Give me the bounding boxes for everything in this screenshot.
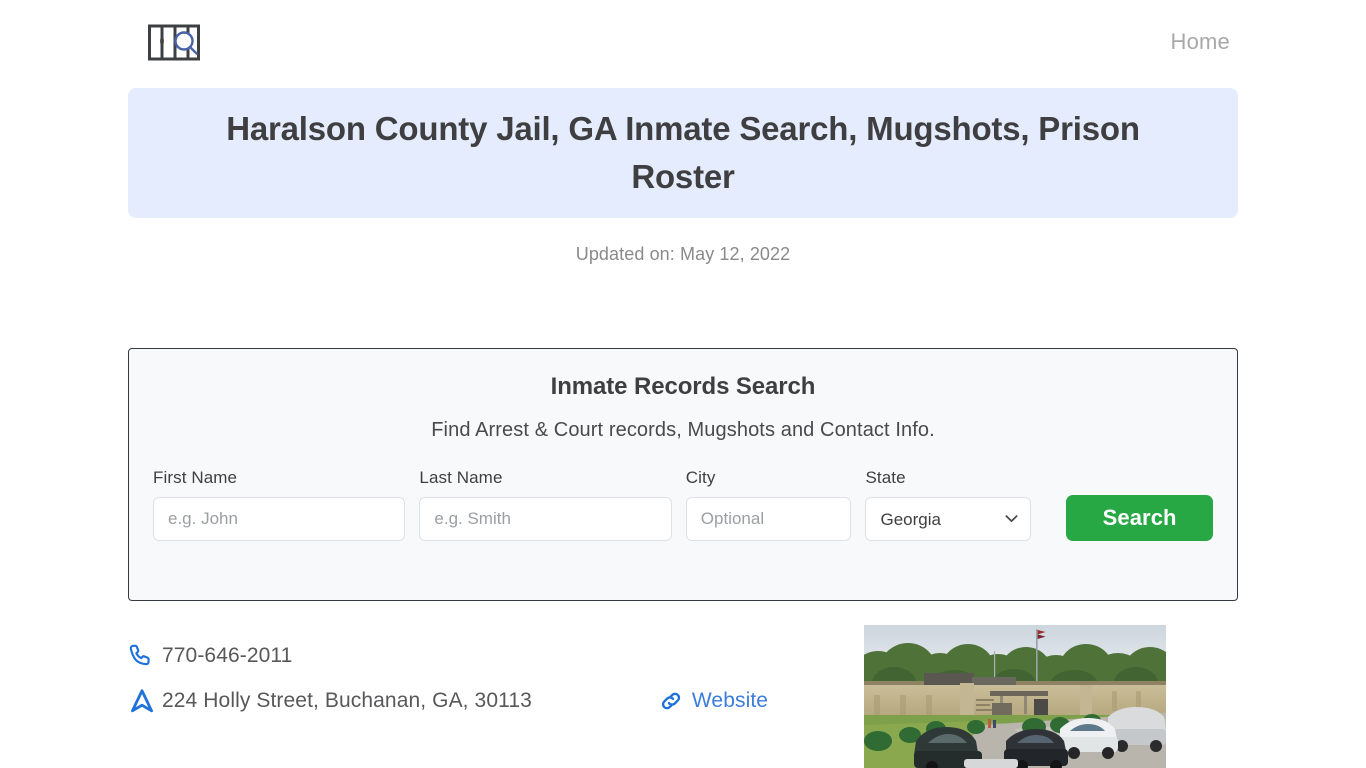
navigation-arrow-icon	[128, 687, 162, 715]
first-name-label: First Name	[153, 468, 238, 487]
link-chain-icon	[658, 688, 692, 714]
last-name-input[interactable]	[419, 497, 672, 541]
contact-row-phone: 770-646-2011	[128, 633, 828, 678]
city-label: City	[685, 468, 716, 487]
jail-bars-magnifier-logo-icon	[146, 24, 202, 66]
field-first-name: First Name	[153, 468, 406, 541]
state-label: State	[865, 468, 906, 487]
nav-link-home[interactable]: Home	[1171, 29, 1231, 55]
field-last-name: Last Name	[419, 468, 672, 541]
last-name-label: Last Name	[419, 468, 503, 487]
facility-photo	[864, 625, 1166, 768]
inmate-search-form: First Name Last Name City State Georgia	[129, 442, 1237, 541]
field-city: City	[685, 468, 852, 541]
facility-contact-block: 770-646-2011 224 Holly Street, Buchanan,…	[128, 633, 828, 723]
inmate-records-search-card: Inmate Records Search Find Arrest & Cour…	[128, 348, 1238, 601]
website-link-label: Website	[691, 688, 769, 712]
contact-row-address: 224 Holly Street, Buchanan, GA, 30113 We…	[128, 678, 828, 723]
state-select-wrapper: Georgia	[865, 497, 1032, 541]
state-select[interactable]: Georgia	[865, 497, 1032, 541]
website-link[interactable]: Website	[658, 688, 768, 714]
field-state: State Georgia	[865, 468, 1032, 541]
search-submit-button[interactable]: Search	[1066, 495, 1214, 541]
phone-number[interactable]: 770-646-2011	[162, 644, 292, 668]
updated-on-text: Updated on: May 12, 2022	[575, 244, 791, 264]
street-address: 224 Holly Street, Buchanan, GA, 30113	[162, 688, 532, 712]
search-card-subtitle: Find Arrest & Court records, Mugshots an…	[431, 419, 935, 441]
primary-nav: Home	[1171, 29, 1231, 55]
city-input[interactable]	[685, 497, 852, 541]
page-title-banner: Haralson County Jail, GA Inmate Search, …	[128, 88, 1238, 218]
phone-icon	[128, 643, 162, 669]
page-root: Home Haralson County Jail, GA Inmate Sea…	[0, 0, 1366, 768]
page-title: Haralson County Jail, GA Inmate Search, …	[226, 110, 1140, 195]
search-card-title: Inmate Records Search	[550, 373, 816, 400]
brand-logo-link[interactable]	[146, 22, 202, 62]
site-header: Home	[0, 0, 1366, 84]
first-name-input[interactable]	[153, 497, 406, 541]
